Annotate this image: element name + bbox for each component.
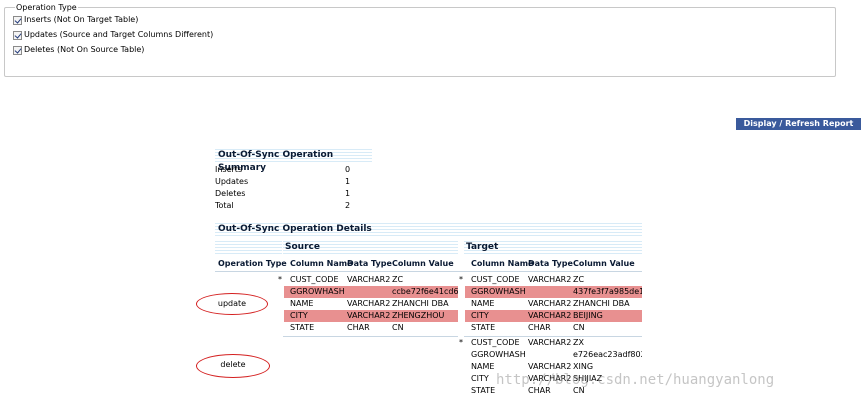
source-update-value-cell: ZHANCHI DBA bbox=[392, 299, 449, 308]
target-update-name-cell: STATE bbox=[471, 323, 496, 332]
target-update-row: CITY VARCHAR2 BEIJING bbox=[465, 310, 642, 322]
key-marker: * bbox=[459, 275, 463, 284]
source-update-type-cell: VARCHAR2 bbox=[347, 299, 390, 308]
source-update-row: STATE CHAR CN bbox=[284, 322, 458, 334]
target-delete-value-cell: ZX bbox=[573, 338, 584, 347]
target-update-value-cell: ZHANCHI DBA bbox=[573, 299, 630, 308]
operation-type-legend: Operation Type bbox=[15, 3, 78, 12]
source-update-type-cell: VARCHAR2 bbox=[347, 311, 390, 320]
target-data-type-header: Data Type bbox=[528, 259, 573, 268]
source-update-row: CUST_CODE VARCHAR2 ZC bbox=[284, 274, 458, 286]
summary-label: Deletes bbox=[215, 189, 246, 198]
target-update-type-cell: VARCHAR2 bbox=[528, 275, 571, 284]
update-operation-label: update bbox=[196, 293, 268, 315]
target-update-type-cell: VARCHAR2 bbox=[528, 299, 571, 308]
target-update-name-cell: CUST_CODE bbox=[471, 275, 520, 284]
key-marker: * bbox=[278, 275, 282, 284]
target-update-row: CUST_CODE VARCHAR2 ZC bbox=[465, 274, 642, 286]
delete-operation-label: delete bbox=[196, 354, 270, 378]
target-update-row: STATE CHAR CN bbox=[465, 322, 642, 334]
source-update-name-cell: CUST_CODE bbox=[290, 275, 339, 284]
target-column-value-header: Column Value bbox=[573, 259, 635, 268]
inserts-checkbox[interactable] bbox=[13, 15, 22, 25]
summary-value: 1 bbox=[345, 177, 351, 186]
update-divider bbox=[283, 336, 458, 337]
target-update-name-cell: NAME bbox=[471, 299, 495, 308]
source-update-type-cell: VARCHAR2 bbox=[347, 275, 390, 284]
target-delete-type-cell: VARCHAR2 bbox=[528, 338, 571, 347]
target-delete-value-cell: e726eac23adf8025 bbox=[573, 350, 642, 359]
details-title: Out-Of-Sync Operation Details bbox=[215, 223, 642, 236]
op-type-band bbox=[215, 241, 282, 254]
summary-row-total: Total 2 bbox=[215, 200, 355, 212]
target-update-type-cell: VARCHAR2 bbox=[528, 311, 571, 320]
target-column-name-header: Column Name bbox=[471, 259, 534, 268]
deletes-option[interactable]: Deletes (Not On Source Table) bbox=[13, 45, 144, 55]
target-update-value-cell: ZC bbox=[573, 275, 585, 284]
summary-row-inserts: Inserts 0 bbox=[215, 164, 355, 176]
deletes-checkbox[interactable] bbox=[13, 45, 22, 55]
source-update-value-cell: ZC bbox=[392, 275, 404, 284]
target-update-value-cell: 437fe3f7a985de1d bbox=[573, 287, 642, 296]
op-type-column-header: Operation Type bbox=[218, 259, 287, 268]
source-update-row: GGROWHASH ccbe72f6e41cd638 bbox=[284, 286, 458, 298]
deletes-label: Deletes (Not On Source Table) bbox=[24, 45, 145, 54]
source-update-value-cell: ccbe72f6e41cd638 bbox=[392, 287, 458, 296]
target-update-name-cell: GGROWHASH bbox=[471, 287, 526, 296]
target-delete-name-cell: GGROWHASH bbox=[471, 350, 526, 359]
target-delete-row: GGROWHASH e726eac23adf8025 bbox=[465, 349, 642, 361]
source-update-row: NAME VARCHAR2 ZHANCHI DBA bbox=[284, 298, 458, 310]
display-refresh-report-button[interactable]: Display / Refresh Report View bbox=[736, 118, 861, 140]
target-delete-name-cell: CUST_CODE bbox=[471, 338, 520, 347]
source-column-value-header: Column Value bbox=[392, 259, 454, 268]
summary-value: 2 bbox=[345, 201, 351, 210]
updates-label: Updates (Source and Target Columns Diffe… bbox=[24, 30, 214, 39]
updates-option[interactable]: Updates (Source and Target Columns Diffe… bbox=[13, 30, 213, 40]
summary-label: Inserts bbox=[215, 165, 243, 174]
summary-label: Total bbox=[215, 201, 234, 210]
summary-value: 0 bbox=[345, 165, 351, 174]
summary-title: Out-Of-Sync Operation Summary bbox=[215, 149, 372, 173]
target-update-row: GGROWHASH 437fe3f7a985de1d bbox=[465, 286, 642, 298]
update-divider-target bbox=[464, 336, 642, 337]
source-update-name-cell: NAME bbox=[290, 299, 314, 308]
target-update-name-cell: CITY bbox=[471, 311, 489, 320]
target-update-row: NAME VARCHAR2 ZHANCHI DBA bbox=[465, 298, 642, 310]
target-update-value-cell: CN bbox=[573, 323, 585, 332]
watermark: http://blog.csdn.net/huangyanlong bbox=[496, 372, 775, 388]
source-data-type-header: Data Type bbox=[347, 259, 392, 268]
summary-value: 1 bbox=[345, 189, 351, 198]
operation-type-fieldset: Operation Type Inserts (Not On Target Ta… bbox=[4, 3, 836, 77]
target-delete-row: CUST_CODE VARCHAR2 ZX bbox=[465, 337, 642, 349]
source-update-name-cell: CITY bbox=[290, 311, 308, 320]
inserts-label: Inserts (Not On Target Table) bbox=[24, 15, 139, 24]
target-header: Target bbox=[464, 241, 642, 254]
updates-checkbox[interactable] bbox=[13, 30, 22, 40]
header-divider bbox=[215, 271, 642, 272]
summary-row-deletes: Deletes 1 bbox=[215, 188, 355, 200]
source-update-value-cell: CN bbox=[392, 323, 404, 332]
inserts-option[interactable]: Inserts (Not On Target Table) bbox=[13, 15, 138, 25]
target-update-type-cell: CHAR bbox=[528, 323, 551, 332]
source-update-value-cell: ZHENGZHOU bbox=[392, 311, 445, 320]
source-update-name-cell: GGROWHASH bbox=[290, 287, 345, 296]
source-update-name-cell: STATE bbox=[290, 323, 315, 332]
summary-row-updates: Updates 1 bbox=[215, 176, 355, 188]
source-update-row: CITY VARCHAR2 ZHENGZHOU bbox=[284, 310, 458, 322]
source-update-type-cell: CHAR bbox=[347, 323, 370, 332]
source-column-name-header: Column Name bbox=[290, 259, 353, 268]
summary-label: Updates bbox=[215, 177, 249, 186]
key-marker: * bbox=[459, 338, 463, 347]
target-update-value-cell: BEIJING bbox=[573, 311, 603, 320]
source-header: Source bbox=[283, 241, 458, 254]
